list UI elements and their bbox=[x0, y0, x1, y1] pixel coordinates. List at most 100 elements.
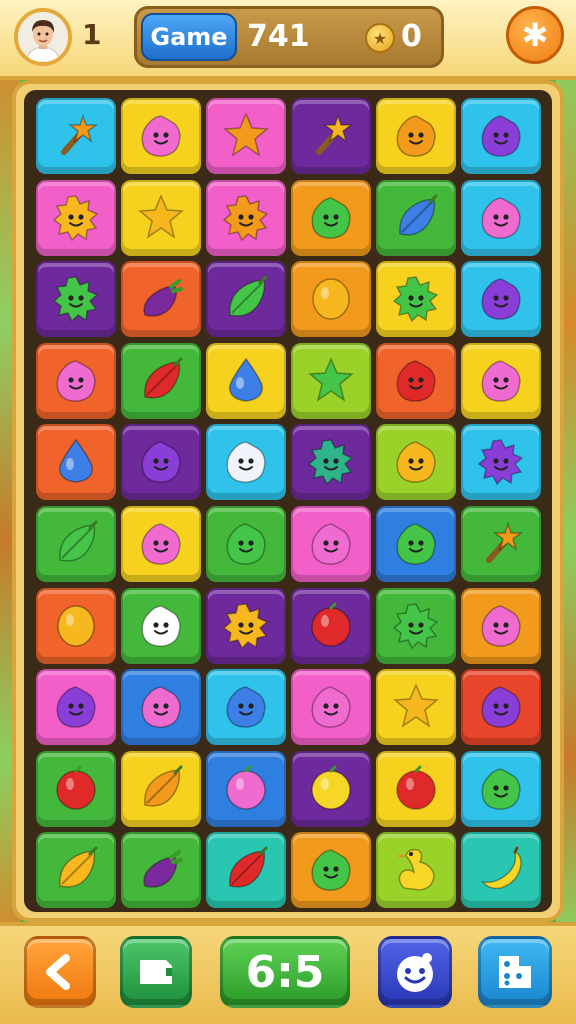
circle-piece-icon bbox=[226, 765, 266, 810]
blob-piece-icon bbox=[226, 441, 266, 484]
circle-piece-icon bbox=[56, 765, 96, 810]
tile-r4-c6[interactable] bbox=[461, 342, 541, 419]
tile-r5-c4[interactable] bbox=[291, 424, 371, 501]
tile-r10-c5[interactable] bbox=[376, 832, 456, 909]
coin-count: 0 bbox=[401, 19, 422, 54]
leaf-piece-icon bbox=[59, 520, 98, 562]
wand-piece-icon bbox=[316, 113, 354, 155]
tile-r2-c2[interactable] bbox=[121, 179, 201, 256]
tile-r9-c5[interactable] bbox=[376, 750, 456, 827]
tile-r4-c5[interactable] bbox=[376, 342, 456, 419]
tile-r8-c6[interactable] bbox=[461, 669, 541, 746]
leaf-piece-icon bbox=[229, 846, 268, 889]
tile-r8-c1[interactable] bbox=[36, 669, 116, 746]
tile-r3-c4[interactable] bbox=[291, 261, 371, 338]
settings-button[interactable]: ✱ bbox=[506, 6, 564, 64]
star-piece-icon bbox=[308, 356, 354, 402]
blob-piece-icon bbox=[396, 441, 436, 484]
blob-piece-icon bbox=[396, 523, 436, 565]
blob-piece-icon bbox=[311, 686, 351, 728]
tile-r1-c1[interactable] bbox=[36, 98, 116, 174]
face-button[interactable] bbox=[378, 936, 452, 1008]
tile-r1-c3[interactable] bbox=[206, 98, 286, 174]
card-button[interactable] bbox=[120, 936, 192, 1008]
coin-icon: ★ bbox=[365, 23, 395, 53]
tile-r1-c5[interactable] bbox=[376, 98, 456, 174]
star-piece-icon bbox=[138, 193, 184, 239]
score-panel: Game 741 ★ 0 bbox=[134, 6, 444, 68]
card-icon bbox=[140, 960, 172, 984]
eggplant-piece-icon bbox=[143, 850, 183, 889]
score-value: 741 bbox=[247, 19, 310, 54]
player-portrait-icon bbox=[18, 12, 68, 62]
timer-display[interactable]: 6:5 bbox=[220, 936, 350, 1008]
tile-r3-c6[interactable] bbox=[461, 261, 541, 338]
tile-r6-c4[interactable] bbox=[291, 506, 371, 582]
tile-r9-c2[interactable] bbox=[121, 750, 201, 827]
circle-piece-icon bbox=[311, 602, 351, 647]
tile-r1-c2[interactable] bbox=[121, 98, 201, 174]
tile-r10-c3[interactable] bbox=[206, 832, 286, 909]
tile-r10-c1[interactable] bbox=[36, 832, 116, 909]
blob-piece-icon bbox=[141, 115, 181, 157]
tile-r3-c3[interactable] bbox=[206, 261, 286, 338]
avatar[interactable] bbox=[14, 8, 72, 66]
leaf-piece-icon bbox=[144, 765, 183, 807]
tile-r4-c3[interactable] bbox=[206, 342, 286, 419]
tile-r10-c6[interactable] bbox=[461, 832, 541, 909]
tile-r10-c2[interactable] bbox=[121, 832, 201, 909]
tile-r10-c4[interactable] bbox=[291, 832, 371, 909]
tile-r5-c6[interactable] bbox=[461, 424, 541, 501]
tile-r8-c3[interactable] bbox=[206, 669, 286, 746]
tile-r6-c3[interactable] bbox=[206, 506, 286, 582]
tile-r7-c3[interactable] bbox=[206, 587, 286, 664]
circle-piece-icon bbox=[396, 765, 436, 810]
tile-r9-c1[interactable] bbox=[36, 750, 116, 827]
tile-r5-c1[interactable] bbox=[36, 424, 116, 501]
tile-r7-c1[interactable] bbox=[36, 587, 116, 664]
tile-r7-c6[interactable] bbox=[461, 587, 541, 664]
tile-r6-c5[interactable] bbox=[376, 506, 456, 582]
tile-r6-c6[interactable] bbox=[461, 506, 541, 582]
tile-r4-c4[interactable] bbox=[291, 342, 371, 419]
tile-r5-c3[interactable] bbox=[206, 424, 286, 501]
sun-piece-icon bbox=[392, 602, 439, 649]
tile-r6-c2[interactable] bbox=[121, 506, 201, 582]
tile-r7-c4[interactable] bbox=[291, 587, 371, 664]
blob-piece-icon bbox=[481, 278, 521, 320]
tile-r2-c3[interactable] bbox=[206, 179, 286, 256]
tile-r9-c4[interactable] bbox=[291, 750, 371, 827]
circle-piece-icon bbox=[311, 765, 351, 810]
drop-piece-icon bbox=[59, 439, 93, 484]
game-mode-button[interactable]: Game bbox=[141, 13, 237, 61]
tile-r3-c5[interactable] bbox=[376, 261, 456, 338]
tile-r2-c1[interactable] bbox=[36, 179, 116, 256]
tile-r7-c2[interactable] bbox=[121, 587, 201, 664]
tile-r9-c3[interactable] bbox=[206, 750, 286, 827]
tile-r8-c4[interactable] bbox=[291, 669, 371, 746]
tile-r4-c1[interactable] bbox=[36, 342, 116, 419]
blob-piece-icon bbox=[141, 441, 181, 484]
tile-r5-c2[interactable] bbox=[121, 424, 201, 501]
tile-r3-c2[interactable] bbox=[121, 261, 201, 338]
tile-r2-c5[interactable] bbox=[376, 179, 456, 256]
blob-piece-icon bbox=[481, 604, 521, 647]
tile-r5-c5[interactable] bbox=[376, 424, 456, 501]
tile-r2-c4[interactable] bbox=[291, 179, 371, 256]
lemon-piece-icon bbox=[57, 604, 95, 647]
tile-r8-c2[interactable] bbox=[121, 669, 201, 746]
dice-button[interactable] bbox=[478, 936, 552, 1008]
tile-r3-c1[interactable] bbox=[36, 261, 116, 338]
tile-r1-c6[interactable] bbox=[461, 98, 541, 174]
blob-piece-icon bbox=[311, 849, 351, 892]
blob-piece-icon bbox=[396, 360, 436, 402]
tile-r9-c6[interactable] bbox=[461, 750, 541, 827]
tile-r2-c6[interactable] bbox=[461, 179, 541, 256]
back-button[interactable] bbox=[24, 936, 96, 1008]
tile-r6-c1[interactable] bbox=[36, 506, 116, 582]
tile-r4-c2[interactable] bbox=[121, 342, 201, 419]
tile-r1-c4[interactable] bbox=[291, 98, 371, 174]
tile-r8-c5[interactable] bbox=[376, 669, 456, 746]
tile-r7-c5[interactable] bbox=[376, 587, 456, 664]
star-piece-icon bbox=[393, 683, 439, 728]
